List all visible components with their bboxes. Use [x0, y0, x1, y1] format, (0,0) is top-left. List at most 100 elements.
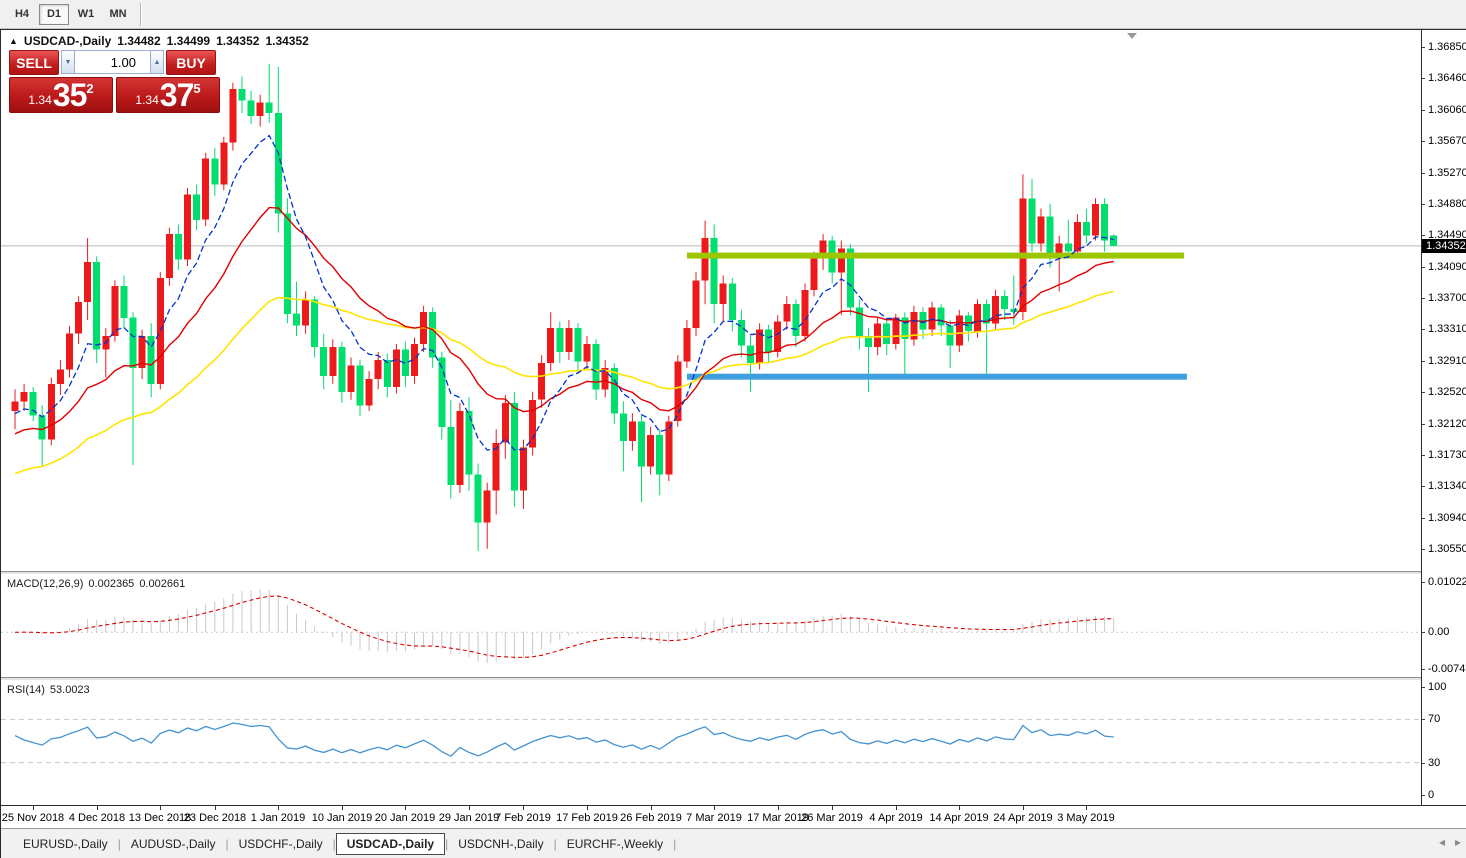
current-price-badge: 1.34352	[1422, 239, 1466, 253]
chart-tab-audusd[interactable]: AUDUSD-,Daily	[121, 833, 226, 855]
rsi-tick-mark	[1422, 763, 1425, 764]
tab-scroll-right-icon[interactable]: ▸	[1455, 835, 1461, 849]
price-tick-label: 1.32520	[1428, 386, 1466, 399]
timeframe-button-h4[interactable]: H4	[7, 4, 37, 25]
date-tick-mark	[160, 806, 161, 810]
candle-wicks-down	[33, 64, 1114, 551]
buy-button[interactable]: BUY	[166, 50, 216, 75]
timeframe-button-mn[interactable]: MN	[103, 4, 133, 25]
date-tick-mark	[405, 806, 406, 810]
candles	[12, 89, 1118, 522]
macd-tick-mark	[1422, 582, 1425, 583]
rsi-tick-label: 70	[1428, 713, 1466, 726]
rsi-line	[15, 723, 1114, 756]
price-tick-label: 1.36060	[1428, 104, 1466, 117]
chart-shift-marker-icon[interactable]	[1127, 33, 1137, 39]
buy-price-big: 37	[160, 78, 194, 112]
chart-tab-usdchf[interactable]: USDCHF-,Daily	[229, 833, 333, 855]
date-tick-mark	[959, 806, 960, 810]
buy-price-button[interactable]: 1.34 37 5	[116, 77, 220, 113]
rsi-tick-mark	[1422, 795, 1425, 796]
price-tick-mark	[1422, 549, 1425, 550]
sell-price-big: 35	[53, 78, 87, 112]
price-tick-mark	[1422, 392, 1425, 393]
timeframe-button-d1[interactable]: D1	[39, 4, 69, 25]
rsi-name: RSI(14)	[7, 684, 45, 696]
price-tick-mark	[1422, 518, 1425, 519]
timeframe-toolbar: H4D1W1MN	[0, 0, 1466, 29]
chart-tab-eurchf[interactable]: EURCHF-,Weekly	[557, 833, 673, 855]
volume-decrease-button[interactable]: ▼	[61, 50, 75, 74]
rsi-value: 53.0023	[50, 684, 90, 696]
price-axis[interactable]: 1.368501.364601.360601.356701.352701.348…	[1421, 30, 1466, 805]
chart-tab-usdcnh[interactable]: USDCNH-,Daily	[448, 833, 553, 855]
chart-window: 1.368501.364601.360601.356701.352701.348…	[0, 29, 1466, 858]
symbol-label: USDCAD-,Daily	[24, 34, 111, 48]
date-tick-mark	[587, 806, 588, 810]
sell-price-sup: 2	[86, 81, 93, 96]
price-tick-label: 1.32120	[1428, 418, 1466, 431]
rsi-pane[interactable]	[1, 681, 1421, 805]
tab-scroll-controls: ◂ ▸	[1439, 835, 1461, 849]
price-tick-mark	[1422, 141, 1425, 142]
date-tick-mark	[714, 806, 715, 810]
price-tick-label: 1.35270	[1428, 167, 1466, 180]
one-click-trading-panel: SELL ▼ ▲ BUY 1.34 35 2 1.34 37 5	[9, 50, 220, 113]
macd-tick-label: -0.007477	[1428, 663, 1466, 676]
ma-fast-line	[15, 136, 1114, 451]
price-tick-mark	[1422, 267, 1425, 268]
price-tick-mark	[1422, 424, 1425, 425]
macd-name: MACD(12,26,9)	[7, 578, 83, 590]
chart-tab-bar: EURUSD-,Daily|AUDUSD-,Daily|USDCHF-,Dail…	[1, 828, 1466, 858]
price-tick-mark	[1422, 204, 1425, 205]
rsi-tick-mark	[1422, 719, 1425, 720]
date-tick-mark	[342, 806, 343, 810]
macd-tick-mark	[1422, 669, 1425, 670]
sell-button[interactable]: SELL	[9, 50, 59, 75]
price-tick-mark	[1422, 173, 1425, 174]
rsi-tick-label: 0	[1428, 789, 1466, 802]
resistance-trendline[interactable]	[687, 253, 1184, 259]
date-tick-mark	[278, 806, 279, 810]
date-axis[interactable]: 25 Nov 20184 Dec 201813 Dec 201823 Dec 2…	[1, 805, 1466, 828]
sell-price-button[interactable]: 1.34 35 2	[9, 77, 113, 113]
ohlc-close: 1.34352	[265, 34, 308, 48]
date-tick-mark	[651, 806, 652, 810]
date-tick-mark	[469, 806, 470, 810]
ohlc-open: 1.34482	[117, 34, 160, 48]
price-tick-mark	[1422, 235, 1425, 236]
price-tick-mark	[1422, 47, 1425, 48]
price-tick-label: 1.32910	[1428, 355, 1466, 368]
sell-price-prefix: 1.34	[28, 93, 51, 112]
tab-scroll-left-icon[interactable]: ◂	[1439, 835, 1445, 849]
macd-label: MACD(12,26,9) 0.002365 0.002661	[7, 578, 190, 590]
price-tick-label: 1.30550	[1428, 543, 1466, 556]
price-tick-mark	[1422, 486, 1425, 487]
date-tick-mark	[1023, 806, 1024, 810]
timeframe-button-w1[interactable]: W1	[71, 4, 101, 25]
volume-increase-button[interactable]: ▲	[150, 50, 164, 74]
macd-signal-line	[15, 596, 1114, 657]
chart-tab-eurusd[interactable]: EURUSD-,Daily	[13, 833, 118, 855]
price-tick-mark	[1422, 78, 1425, 79]
price-tick-mark	[1422, 361, 1425, 362]
chart-tab-usdcad[interactable]: USDCAD-,Daily	[336, 833, 445, 855]
price-tick-label: 1.31730	[1428, 449, 1466, 462]
price-tick-mark	[1422, 110, 1425, 111]
chart-title: ▲ USDCAD-,Daily 1.34482 1.34499 1.34352 …	[9, 34, 309, 48]
price-tick-label: 1.36460	[1428, 72, 1466, 85]
price-tick-label: 1.35670	[1428, 135, 1466, 148]
toolbar-separator	[140, 3, 142, 26]
collapse-panel-icon[interactable]: ▲	[9, 36, 18, 46]
macd-main-value: 0.002365	[88, 578, 134, 590]
volume-input[interactable]	[75, 50, 150, 74]
rsi-tick-mark	[1422, 687, 1425, 688]
macd-tick-label: 0.010229	[1428, 576, 1466, 589]
price-tick-mark	[1422, 329, 1425, 330]
support-trendline[interactable]	[687, 374, 1187, 380]
macd-pane[interactable]	[1, 575, 1421, 677]
macd-signal-value: 0.002661	[139, 578, 185, 590]
price-tick-label: 1.34880	[1428, 198, 1466, 211]
macd-tick-label: 0.00	[1428, 626, 1466, 639]
price-tick-label: 1.33310	[1428, 323, 1466, 336]
